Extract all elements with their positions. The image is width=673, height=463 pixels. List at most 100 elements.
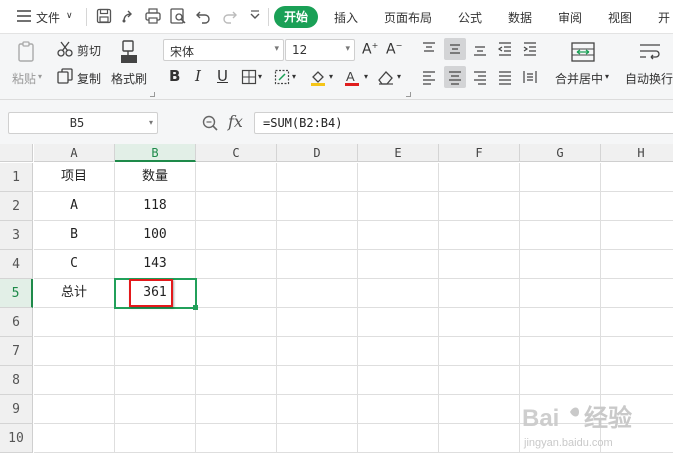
group-expand-icon[interactable]: [406, 92, 411, 97]
redo-icon[interactable]: [219, 6, 239, 26]
column-header-e[interactable]: E: [358, 144, 439, 162]
cell-g7[interactable]: [520, 337, 601, 366]
italic-icon[interactable]: I: [195, 67, 201, 85]
cell-d2[interactable]: [277, 192, 358, 221]
column-header-g[interactable]: G: [520, 144, 601, 162]
cell-e10[interactable]: [358, 424, 439, 453]
cell-f4[interactable]: [439, 250, 520, 279]
cell-f3[interactable]: [439, 221, 520, 250]
column-header-f[interactable]: F: [439, 144, 520, 162]
format-painter-icon[interactable]: [117, 39, 141, 65]
increase-font-size-icon[interactable]: A+: [362, 41, 378, 58]
cell-e9[interactable]: [358, 395, 439, 424]
cell-d1[interactable]: [277, 163, 358, 192]
font-name-select[interactable]: 宋体 ▾: [163, 39, 284, 61]
merge-center-button[interactable]: 合并居中: [555, 70, 603, 87]
cell-e8[interactable]: [358, 366, 439, 395]
cell-h7[interactable]: [601, 337, 673, 366]
chevron-down-icon[interactable]: ▾: [149, 118, 153, 127]
tab-insert[interactable]: 插入: [334, 9, 358, 26]
zoom-search-icon[interactable]: [201, 114, 219, 132]
cell-d10[interactable]: [277, 424, 358, 453]
cell-c8[interactable]: [196, 366, 277, 395]
print-icon[interactable]: [143, 6, 163, 26]
cell-e1[interactable]: [358, 163, 439, 192]
cut-button[interactable]: 剪切: [77, 42, 101, 59]
chevron-down-icon[interactable]: ▾: [364, 72, 368, 81]
row-header-10[interactable]: 10: [0, 424, 33, 453]
cell-h5[interactable]: [601, 279, 673, 308]
row-header-9[interactable]: 9: [0, 395, 33, 424]
cell-b8[interactable]: [115, 366, 196, 395]
align-middle-icon[interactable]: [447, 41, 463, 57]
tab-formulas[interactable]: 公式: [458, 9, 482, 26]
fill-handle[interactable]: [193, 305, 198, 310]
column-header-a[interactable]: A: [34, 144, 115, 162]
increase-indent-icon[interactable]: [522, 41, 538, 57]
insert-function-button[interactable]: fx: [228, 112, 243, 131]
font-size-select[interactable]: 12 ▾: [285, 39, 355, 61]
cell-g2[interactable]: [520, 192, 601, 221]
merge-center-icon[interactable]: [570, 40, 596, 64]
cell-f1[interactable]: [439, 163, 520, 192]
cell-d5[interactable]: [277, 279, 358, 308]
cell-a4[interactable]: C: [34, 250, 115, 279]
cell-f9[interactable]: [439, 395, 520, 424]
cell-b1[interactable]: 数量: [115, 163, 196, 192]
cell-c9[interactable]: [196, 395, 277, 424]
cell-a9[interactable]: [34, 395, 115, 424]
cell-c1[interactable]: [196, 163, 277, 192]
cell-f8[interactable]: [439, 366, 520, 395]
cell-c4[interactable]: [196, 250, 277, 279]
align-right-icon[interactable]: [472, 69, 488, 85]
format-painter-button[interactable]: 格式刷: [111, 70, 147, 87]
cell-g6[interactable]: [520, 308, 601, 337]
decrease-font-size-icon[interactable]: A−: [386, 41, 402, 58]
cell-c10[interactable]: [196, 424, 277, 453]
tab-view[interactable]: 视图: [608, 9, 632, 26]
underline-icon[interactable]: U: [217, 67, 228, 85]
cell-a5[interactable]: 总计: [34, 279, 115, 308]
row-header-2[interactable]: 2: [0, 192, 33, 221]
cell-f10[interactable]: [439, 424, 520, 453]
cell-h4[interactable]: [601, 250, 673, 279]
decrease-indent-icon[interactable]: [497, 41, 513, 57]
paste-icon[interactable]: [15, 40, 39, 64]
print-preview-icon[interactable]: [168, 6, 188, 26]
save-icon[interactable]: [94, 6, 114, 26]
cell-d7[interactable]: [277, 337, 358, 366]
cell-a10[interactable]: [34, 424, 115, 453]
cell-a2[interactable]: A: [34, 192, 115, 221]
align-left-icon[interactable]: [421, 69, 437, 85]
column-header-d[interactable]: D: [277, 144, 358, 162]
undo-icon[interactable]: [194, 6, 214, 26]
cell-d4[interactable]: [277, 250, 358, 279]
chevron-down-icon[interactable]: ▾: [329, 72, 333, 81]
select-all-corner[interactable]: [0, 144, 33, 162]
tab-review[interactable]: 审阅: [558, 9, 582, 26]
row-header-1[interactable]: 1: [0, 163, 33, 192]
cell-b2[interactable]: 118: [115, 192, 196, 221]
cell-f6[interactable]: [439, 308, 520, 337]
align-center-icon[interactable]: [447, 69, 463, 85]
cell-b3[interactable]: 100: [115, 221, 196, 250]
cell-f2[interactable]: [439, 192, 520, 221]
tab-more[interactable]: 开: [658, 9, 670, 26]
cell-a6[interactable]: [34, 308, 115, 337]
chevron-down-icon[interactable]: ▾: [397, 72, 401, 81]
justify-icon[interactable]: [497, 69, 513, 85]
cell-b10[interactable]: [115, 424, 196, 453]
cell-c7[interactable]: [196, 337, 277, 366]
row-header-3[interactable]: 3: [0, 221, 33, 250]
chevron-down-icon[interactable]: ▾: [605, 72, 609, 81]
cell-h1[interactable]: [601, 163, 673, 192]
group-expand-icon[interactable]: [150, 92, 155, 97]
cell-a1[interactable]: 项目: [34, 163, 115, 192]
row-header-8[interactable]: 8: [0, 366, 33, 395]
quick-access-dropdown-icon[interactable]: [245, 6, 265, 26]
paste-button[interactable]: 粘贴: [12, 70, 36, 87]
column-header-c[interactable]: C: [196, 144, 277, 162]
wrap-text-icon[interactable]: [637, 40, 663, 64]
chevron-down-icon[interactable]: ▾: [258, 72, 262, 81]
hamburger-menu-icon[interactable]: [14, 6, 34, 26]
